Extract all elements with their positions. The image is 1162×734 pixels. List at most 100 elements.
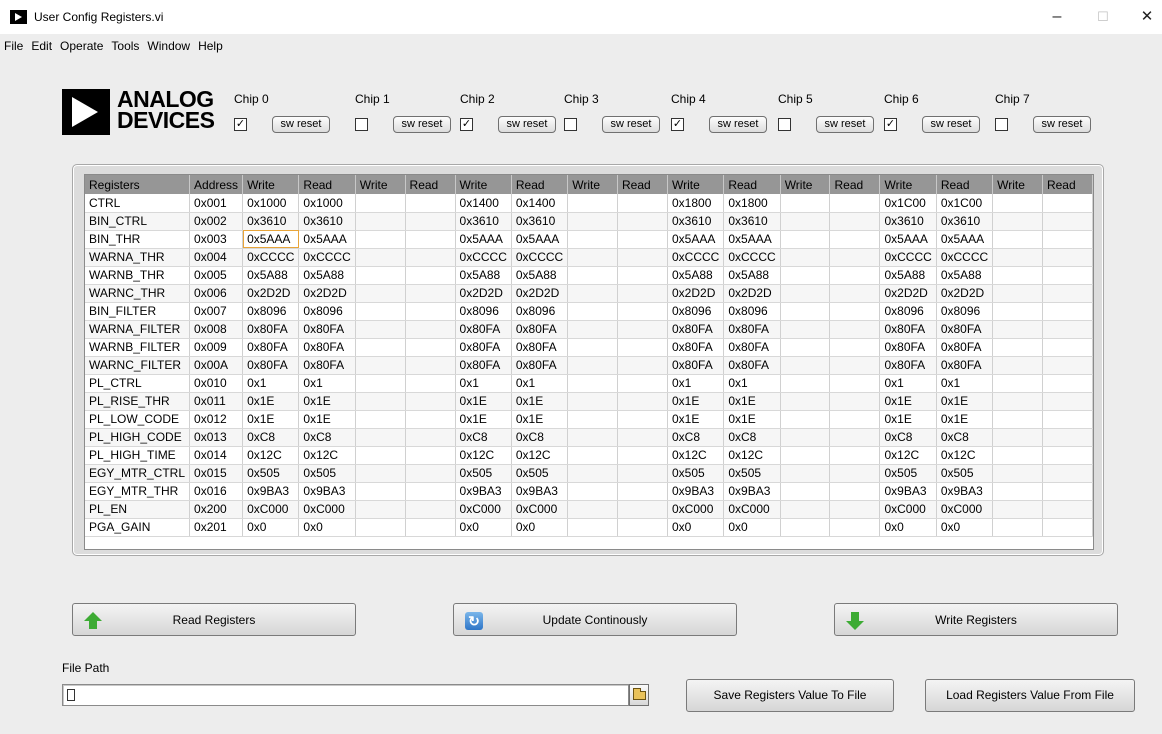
value-cell[interactable] bbox=[780, 410, 831, 429]
value-cell[interactable]: 0xCCCC bbox=[511, 248, 569, 267]
value-cell[interactable] bbox=[405, 284, 456, 303]
value-cell[interactable]: 0x5A88 bbox=[455, 266, 512, 285]
value-cell[interactable]: 0x9BA3 bbox=[667, 482, 725, 501]
value-cell[interactable]: 0xC000 bbox=[455, 500, 512, 519]
value-cell[interactable]: 0x1E bbox=[667, 392, 725, 411]
value-cell[interactable]: 0x505 bbox=[298, 464, 356, 483]
value-cell[interactable]: 0x1E bbox=[455, 410, 512, 429]
value-cell[interactable] bbox=[780, 392, 831, 411]
value-cell[interactable] bbox=[829, 356, 881, 375]
value-cell[interactable] bbox=[1042, 194, 1093, 213]
value-cell[interactable]: 0x5AAA bbox=[242, 230, 300, 249]
chip-enable-checkbox[interactable] bbox=[778, 118, 791, 131]
value-cell[interactable] bbox=[829, 518, 881, 537]
sw-reset-button[interactable]: sw reset bbox=[922, 116, 980, 133]
chip-enable-checkbox[interactable]: ✓ bbox=[671, 118, 684, 131]
value-cell[interactable]: 0x80FA bbox=[879, 320, 937, 339]
value-cell[interactable]: 0x8096 bbox=[723, 302, 781, 321]
value-cell[interactable] bbox=[992, 428, 1043, 447]
value-cell[interactable]: 0x80FA bbox=[723, 356, 781, 375]
value-cell[interactable] bbox=[1042, 338, 1093, 357]
value-cell[interactable]: 0x1E bbox=[455, 392, 512, 411]
value-cell[interactable]: 0x80FA bbox=[511, 356, 569, 375]
value-cell[interactable]: 0x80FA bbox=[455, 338, 512, 357]
value-cell[interactable]: 0x12C bbox=[298, 446, 356, 465]
value-cell[interactable] bbox=[1042, 266, 1093, 285]
value-cell[interactable] bbox=[780, 338, 831, 357]
value-cell[interactable] bbox=[992, 410, 1043, 429]
chip-enable-checkbox[interactable] bbox=[564, 118, 577, 131]
value-cell[interactable]: 0x1 bbox=[667, 374, 725, 393]
value-cell[interactable] bbox=[1042, 302, 1093, 321]
value-cell[interactable]: 0x1E bbox=[242, 410, 300, 429]
value-cell[interactable]: 0x5AAA bbox=[455, 230, 512, 249]
value-cell[interactable] bbox=[617, 392, 668, 411]
value-cell[interactable]: 0x12C bbox=[723, 446, 781, 465]
value-cell[interactable]: 0x5AAA bbox=[723, 230, 781, 249]
sw-reset-button[interactable]: sw reset bbox=[272, 116, 330, 133]
chip-enable-checkbox[interactable] bbox=[355, 118, 368, 131]
value-cell[interactable]: 0x5AAA bbox=[879, 230, 937, 249]
menu-operate[interactable]: Operate bbox=[56, 36, 107, 56]
value-cell[interactable] bbox=[405, 356, 456, 375]
value-cell[interactable] bbox=[617, 248, 668, 267]
value-cell[interactable]: 0x80FA bbox=[242, 356, 300, 375]
value-cell[interactable]: 0xCCCC bbox=[936, 248, 994, 267]
value-cell[interactable] bbox=[780, 194, 831, 213]
value-cell[interactable] bbox=[992, 518, 1043, 537]
value-cell[interactable] bbox=[829, 374, 881, 393]
value-cell[interactable]: 0x80FA bbox=[936, 356, 994, 375]
value-cell[interactable]: 0x1 bbox=[455, 374, 512, 393]
value-cell[interactable]: 0xC000 bbox=[723, 500, 781, 519]
value-cell[interactable]: 0x12C bbox=[455, 446, 512, 465]
value-cell[interactable]: 0x5AAA bbox=[667, 230, 725, 249]
value-cell[interactable]: 0x3610 bbox=[455, 212, 512, 231]
value-cell[interactable]: 0x3610 bbox=[936, 212, 994, 231]
browse-button[interactable] bbox=[629, 684, 649, 706]
value-cell[interactable] bbox=[829, 446, 881, 465]
value-cell[interactable]: 0xC8 bbox=[723, 428, 781, 447]
sw-reset-button[interactable]: sw reset bbox=[393, 116, 451, 133]
value-cell[interactable] bbox=[567, 302, 619, 321]
value-cell[interactable] bbox=[780, 284, 831, 303]
value-cell[interactable] bbox=[992, 194, 1043, 213]
value-cell[interactable]: 0xCCCC bbox=[667, 248, 725, 267]
value-cell[interactable] bbox=[992, 266, 1043, 285]
menu-file[interactable]: File bbox=[0, 36, 27, 56]
value-cell[interactable] bbox=[617, 212, 668, 231]
value-cell[interactable] bbox=[617, 230, 668, 249]
value-cell[interactable] bbox=[617, 518, 668, 537]
value-cell[interactable]: 0x80FA bbox=[723, 338, 781, 357]
value-cell[interactable] bbox=[567, 518, 619, 537]
value-cell[interactable]: 0x3610 bbox=[667, 212, 725, 231]
value-cell[interactable]: 0x8096 bbox=[511, 302, 569, 321]
value-cell[interactable] bbox=[355, 446, 406, 465]
value-cell[interactable]: 0x80FA bbox=[667, 356, 725, 375]
value-cell[interactable] bbox=[567, 320, 619, 339]
value-cell[interactable]: 0x1E bbox=[879, 410, 937, 429]
value-cell[interactable] bbox=[405, 338, 456, 357]
value-cell[interactable]: 0x8096 bbox=[242, 302, 300, 321]
value-cell[interactable] bbox=[829, 266, 881, 285]
value-cell[interactable] bbox=[1042, 212, 1093, 231]
value-cell[interactable]: 0x5A88 bbox=[511, 266, 569, 285]
value-cell[interactable] bbox=[355, 302, 406, 321]
value-cell[interactable] bbox=[405, 428, 456, 447]
value-cell[interactable]: 0x80FA bbox=[667, 338, 725, 357]
value-cell[interactable] bbox=[355, 248, 406, 267]
value-cell[interactable] bbox=[567, 410, 619, 429]
value-cell[interactable]: 0x80FA bbox=[455, 320, 512, 339]
value-cell[interactable]: 0x3610 bbox=[511, 212, 569, 231]
value-cell[interactable] bbox=[567, 194, 619, 213]
value-cell[interactable]: 0x80FA bbox=[667, 320, 725, 339]
value-cell[interactable] bbox=[567, 356, 619, 375]
value-cell[interactable] bbox=[567, 338, 619, 357]
value-cell[interactable]: 0x3610 bbox=[242, 212, 300, 231]
menu-help[interactable]: Help bbox=[194, 36, 227, 56]
value-cell[interactable] bbox=[829, 482, 881, 501]
value-cell[interactable]: 0x505 bbox=[667, 464, 725, 483]
value-cell[interactable]: 0x12C bbox=[879, 446, 937, 465]
value-cell[interactable] bbox=[1042, 392, 1093, 411]
value-cell[interactable] bbox=[405, 464, 456, 483]
value-cell[interactable] bbox=[355, 320, 406, 339]
